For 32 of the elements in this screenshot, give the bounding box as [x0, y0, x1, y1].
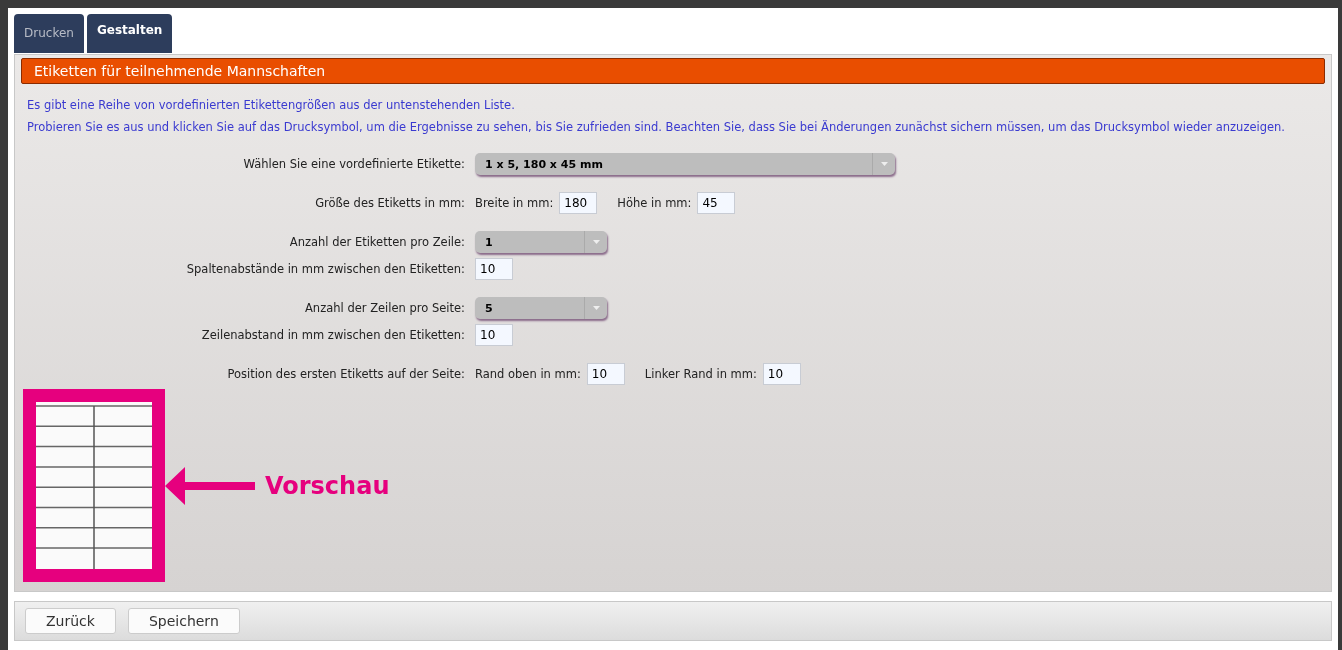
field-label: Höhe in mm:: [617, 196, 692, 210]
tab[interactable]: Drucken: [14, 14, 84, 53]
field-label: Rand oben in mm:: [475, 367, 581, 381]
input-field[interactable]: 180: [559, 192, 598, 214]
caret-icon: [880, 162, 888, 166]
annotation-text: Vorschau: [265, 471, 390, 500]
input-field[interactable]: 10: [586, 363, 625, 385]
caret-icon: [592, 240, 600, 244]
caret-icon: [592, 306, 600, 310]
footer-button[interactable]: Speichern: [127, 608, 240, 634]
dropdown[interactable]: 1 x 5, 180 x 45 mm: [475, 153, 895, 175]
field-label: Größe des Etiketts in mm:: [314, 196, 465, 210]
field-label: Position des ersten Etiketts auf der Seite:: [226, 367, 465, 381]
field-label: Breite in mm:: [475, 196, 554, 210]
field-label: Zeilenabstand in mm zwischen den Etiketten:: [200, 328, 465, 342]
footer-button[interactable]: Zurück: [25, 608, 116, 634]
input-field[interactable]: 10: [475, 258, 513, 280]
arrow-icon: [165, 466, 255, 505]
intro-text: Es gibt eine Reihe von vordefinierten Etikettengrößen aus der untenstehenden Liste.: [27, 97, 516, 114]
dropdown[interactable]: 5: [475, 297, 607, 319]
field-label: Anzahl der Zeilen pro Seite:: [304, 301, 465, 315]
tab[interactable]: Gestalten: [86, 14, 173, 53]
field-label: Linker Rand in mm:: [644, 367, 757, 381]
input-field[interactable]: 45: [697, 192, 736, 214]
field-label: Anzahl der Etiketten pro Zeile:: [288, 235, 465, 249]
dropdown[interactable]: 1: [475, 231, 607, 253]
intro-text: Probieren Sie es aus und klicken Sie auf das Drucksymbol, um die Ergebnisse zu sehen, bis Sie zufrieden sind. Beachten Sie, dass Sie bei Änderungen zunächst sichern müssen, um das Drucksymbol wieder anzuzeigen.: [27, 119, 1286, 136]
field-label: Spaltenabstände in mm zwischen den Etiketten:: [185, 262, 465, 276]
input-field[interactable]: 10: [762, 363, 801, 385]
panel-title: Etiketten für teilnehmende Mannschaften: [21, 58, 1325, 84]
input-field[interactable]: 10: [475, 324, 513, 346]
field-label: Wählen Sie eine vordefinierte Etikette:: [242, 157, 465, 171]
